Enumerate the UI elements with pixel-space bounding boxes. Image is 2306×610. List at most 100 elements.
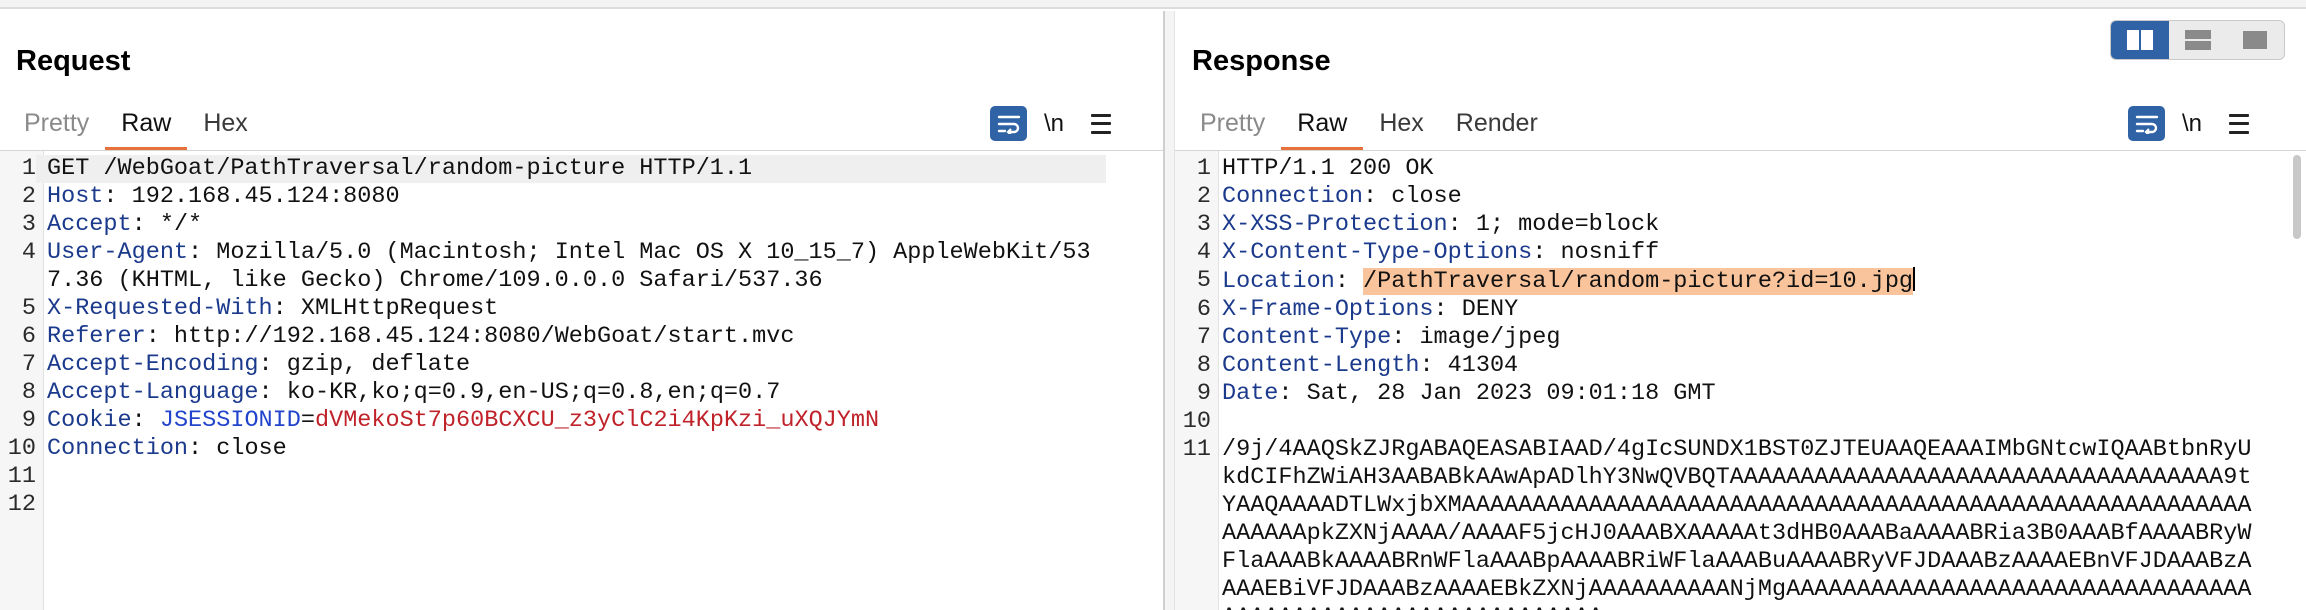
code-line: 9 Date: Sat, 28 Jan 2023 09:01:18 GMT	[1175, 380, 2306, 408]
line-content[interactable]: X-Content-Type-Options: nosniff	[1211, 239, 2261, 267]
line-content[interactable]: Connection: close	[1211, 183, 2261, 211]
response-tab-render[interactable]: Render	[1440, 95, 1554, 151]
line-number: 4	[21, 239, 36, 266]
response-lines: 1 HTTP/1.1 200 OK 2 Connection: close 3 X-XSS…	[1175, 155, 2306, 610]
response-menu-icon[interactable]	[2219, 109, 2259, 139]
header-colon: :	[188, 239, 203, 266]
line-content[interactable]: Content-Type: image/jpeg	[1211, 324, 2261, 352]
line-number: 1	[21, 155, 36, 182]
side-by-side-layout-icon[interactable]	[2111, 21, 2169, 59]
line-content[interactable]: X-XSS-Protection: 1; mode=block	[1211, 211, 2261, 239]
request-tab-raw[interactable]: Raw	[105, 95, 188, 151]
header-colon: :	[258, 379, 273, 406]
request-pane: Request Pretty Raw Hex \n 1 GET /WebGoat/…	[0, 11, 1163, 610]
code-line: 4 X-Content-Type-Options: nosniff	[1175, 239, 2306, 267]
code-line: 5 X-Requested-With: XMLHttpRequest	[0, 295, 1163, 323]
line-content[interactable]: Host: 192.168.45.124:8080	[36, 183, 1106, 211]
header-name: Host	[47, 183, 104, 210]
cookie-name: JSESSIONID	[159, 407, 301, 434]
header-name: Referer	[47, 323, 146, 350]
word-wrap-icon[interactable]	[2128, 106, 2165, 141]
header-value: Sat, 28 Jan 2023 09:01:18 GMT	[1292, 380, 1716, 407]
code-line: 6 X-Frame-Options: DENY	[1175, 296, 2306, 324]
line-text: /9j/4AAQSkZJRgABAQEASABIAAD/4gIcSUNDX1BS…	[1222, 436, 2252, 610]
header-colon: :	[103, 183, 118, 210]
code-line: 12	[0, 491, 1163, 519]
line-content[interactable]	[1211, 408, 2261, 436]
code-line: 10 Connection: close	[0, 435, 1163, 463]
line-number: 9	[1196, 380, 1211, 407]
cookie-value: dVMekoSt7p60BCXCU_z3yClC2i4KpKzi_uXQJYmN	[314, 407, 880, 434]
single-pane-layout-icon[interactable]	[2226, 21, 2284, 59]
line-content[interactable]: Referer: http://192.168.45.124:8080/WebG…	[36, 323, 1106, 351]
header-name: Connection	[47, 435, 189, 462]
request-tab-hex[interactable]: Hex	[187, 95, 263, 151]
header-value: 1; mode=block	[1461, 211, 1660, 238]
line-number: 8	[1196, 352, 1211, 379]
line-content[interactable]: GET /WebGoat/PathTraversal/random-pictur…	[36, 155, 1106, 183]
line-content[interactable]: Content-Length: 41304	[1211, 352, 2261, 380]
header-colon: :	[188, 435, 203, 462]
header-name: Cookie	[47, 407, 132, 434]
header-colon: :	[131, 407, 146, 434]
header-name: Date	[1222, 380, 1279, 407]
layout-toggle	[2110, 20, 2285, 60]
line-content[interactable]: /9j/4AAQSkZJRgABAQEASABIAAD/4gIcSUNDX1BS…	[1211, 436, 2261, 610]
line-content[interactable]: Accept-Language: ko-KR,ko;q=0.9,en-US;q=…	[36, 379, 1106, 407]
line-content[interactable]: Accept-Encoding: gzip, deflate	[36, 351, 1106, 379]
line-number: 6	[21, 323, 36, 350]
code-line: 7 Accept-Encoding: gzip, deflate	[0, 351, 1163, 379]
header-colon: :	[258, 351, 273, 378]
request-title: Request	[16, 45, 131, 77]
line-content[interactable]: X-Frame-Options: DENY	[1211, 296, 2261, 324]
request-editor[interactable]: 1 GET /WebGoat/PathTraversal/random-pictu…	[0, 151, 1163, 610]
cookie-equals: =	[300, 407, 315, 434]
request-menu-icon[interactable]	[1081, 109, 1121, 139]
word-wrap-icon[interactable]	[990, 106, 1027, 141]
header-colon: :	[1391, 324, 1406, 351]
header-name: X-Requested-With	[47, 295, 273, 322]
request-tab-pretty[interactable]: Pretty	[8, 95, 105, 151]
header-value: 41304	[1433, 352, 1519, 379]
header-value: ko-KR,ko;q=0.9,en-US;q=0.8,en;q=0.7	[272, 379, 781, 406]
line-content[interactable]	[36, 463, 1106, 491]
response-tab-raw[interactable]: Raw	[1281, 95, 1364, 151]
line-content[interactable]: Accept: */*	[36, 211, 1106, 239]
line-content[interactable]: Location: /PathTraversal/random-picture?…	[1211, 267, 2261, 296]
header-colon: :	[1433, 296, 1448, 323]
stacked-layout-icon[interactable]	[2169, 21, 2227, 59]
show-newlines-button[interactable]: \n	[1027, 110, 1081, 138]
pane-splitter[interactable]	[1163, 11, 1175, 610]
header-name: Connection	[1222, 183, 1364, 210]
line-number: 12	[7, 491, 36, 518]
selected-text: /PathTraversal/random-picture?id=10.jpg	[1363, 268, 1914, 295]
response-tab-hex[interactable]: Hex	[1363, 95, 1439, 151]
request-tabs: Pretty Raw Hex	[8, 95, 264, 151]
code-line: 10	[1175, 408, 2306, 436]
line-number: 2	[1196, 183, 1211, 210]
header-colon: :	[145, 323, 160, 350]
code-line: 5 Location: /PathTraversal/random-picture…	[1175, 267, 2306, 296]
header-value: gzip, deflate	[272, 351, 471, 378]
response-editor[interactable]: 1 HTTP/1.1 200 OK 2 Connection: close 3 X-XSS…	[1175, 151, 2306, 610]
line-content[interactable]: Cookie: JSESSIONID=dVMekoSt7p60BCXCU_z3y…	[36, 407, 1106, 435]
line-content[interactable]: User-Agent: Mozilla/5.0 (Macintosh; Inte…	[36, 239, 1106, 295]
response-scrollbar[interactable]	[2293, 155, 2301, 239]
header-value: close	[202, 435, 287, 462]
code-line: 6 Referer: http://192.168.45.124:8080/Web…	[0, 323, 1163, 351]
response-tabs: Pretty Raw Hex Render	[1184, 95, 1554, 151]
header-value: image/jpeg	[1405, 324, 1561, 351]
response-tab-pretty[interactable]: Pretty	[1184, 95, 1281, 151]
header-colon: :	[1447, 211, 1462, 238]
line-content[interactable]: HTTP/1.1 200 OK	[1211, 155, 2261, 183]
header-colon: :	[272, 295, 287, 322]
line-number: 11	[7, 463, 36, 490]
code-line: 3 X-XSS-Protection: 1; mode=block	[1175, 211, 2306, 239]
line-content[interactable]: Date: Sat, 28 Jan 2023 09:01:18 GMT	[1211, 380, 2261, 408]
line-number: 10	[1182, 408, 1211, 435]
line-content[interactable]: X-Requested-With: XMLHttpRequest	[36, 295, 1106, 323]
show-newlines-button[interactable]: \n	[2165, 110, 2219, 138]
line-number: 7	[1196, 324, 1211, 351]
line-content[interactable]	[36, 491, 1106, 519]
line-content[interactable]: Connection: close	[36, 435, 1106, 463]
